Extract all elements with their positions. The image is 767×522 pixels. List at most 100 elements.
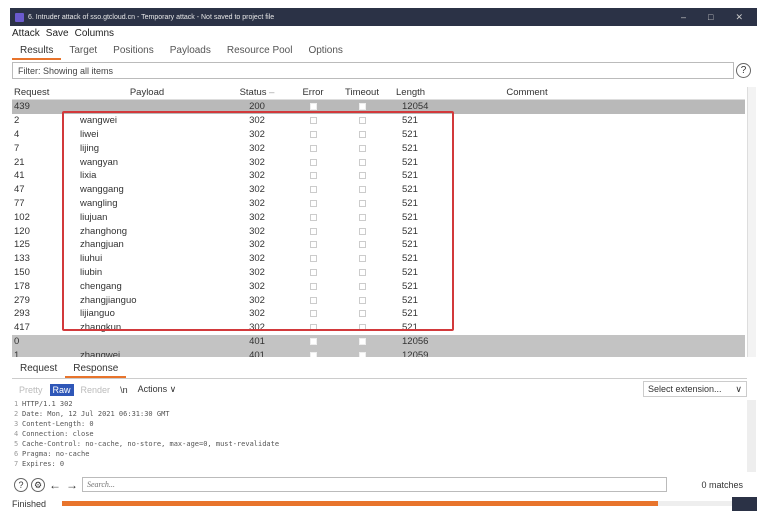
col-error[interactable]: Error: [292, 87, 334, 99]
help-icon[interactable]: ?: [736, 63, 751, 78]
response-body[interactable]: 1 HTTP/1.1 302 2 Date: Mon, 12 Jul 2021 06:…: [14, 400, 747, 472]
checkbox: [358, 255, 366, 263]
checkbox: [309, 324, 317, 332]
cell-request: 120: [14, 225, 30, 237]
cell-request: 77: [14, 197, 25, 209]
cell-length: 12056: [402, 335, 429, 347]
select-extension-dropdown[interactable]: Select extension... ∨: [643, 381, 747, 397]
burp-app-icon: [15, 12, 24, 22]
col-length[interactable]: Length: [390, 87, 452, 99]
col-status[interactable]: Status –: [222, 87, 292, 99]
gear-icon[interactable]: ⚙: [31, 477, 45, 492]
checkbox: [358, 310, 366, 318]
cell-request: 279: [14, 294, 30, 306]
cell-length: 521: [402, 142, 418, 154]
checkbox: [309, 296, 317, 304]
col-payload[interactable]: Payload: [72, 87, 222, 99]
cell-payload: lijing: [80, 142, 100, 154]
search-input[interactable]: [82, 477, 667, 492]
table-row[interactable]: 41 lixia 302 521: [12, 169, 745, 183]
table-row[interactable]: 0 401 12056: [12, 334, 745, 349]
table-row[interactable]: 293 lijianguo 302 521: [12, 307, 745, 321]
table-row[interactable]: 47 wanggang 302 521: [12, 183, 745, 197]
checkbox: [309, 199, 317, 207]
table-row[interactable]: 2 wangwei 302 521: [12, 114, 745, 128]
col-comment[interactable]: Comment: [452, 87, 602, 99]
table-row[interactable]: 21 wangyan 302 521: [12, 155, 745, 169]
col-timeout[interactable]: Timeout: [334, 87, 390, 99]
cell-payload: wanggang: [80, 184, 124, 196]
table-row[interactable]: 279 zhangjianguo 302 521: [12, 293, 745, 307]
tab-positions[interactable]: Positions: [105, 43, 162, 60]
cell-request: 150: [14, 266, 30, 278]
cell-timeout: [334, 255, 390, 263]
cell-error: [292, 172, 334, 180]
cell-length: 12059: [402, 349, 429, 357]
table-row[interactable]: 178 chengang 302 521: [12, 279, 745, 293]
menu-columns[interactable]: Columns: [75, 28, 114, 41]
tab-options[interactable]: Options: [300, 43, 350, 60]
checkbox: [309, 282, 317, 290]
cell-length: 521: [402, 253, 418, 265]
filter-bar[interactable]: Filter: Showing all items: [12, 62, 734, 79]
cell-length: 521: [402, 294, 418, 306]
actions-dropdown[interactable]: Actions ∨: [135, 383, 180, 396]
checkbox: [358, 227, 366, 235]
tab-payloads[interactable]: Payloads: [162, 43, 219, 60]
cell-error: [292, 117, 334, 125]
line-text: Cache-Control: no-cache, no-store, max-a…: [22, 440, 280, 448]
help-icon[interactable]: ?: [14, 477, 28, 492]
table-row[interactable]: 439 200 12054: [12, 100, 745, 114]
table-scrollbar[interactable]: [747, 87, 756, 357]
tab-resource-pool[interactable]: Resource Pool: [219, 43, 301, 60]
newline-toggle-button[interactable]: \n: [117, 384, 131, 396]
render-button[interactable]: Render: [78, 384, 114, 396]
table-row[interactable]: 120 zhanghong 302 521: [12, 224, 745, 238]
table-row[interactable]: 125 zhangjuan 302 521: [12, 238, 745, 252]
cell-request: 7: [14, 142, 20, 154]
table-row[interactable]: 7 lijing 302 521: [12, 141, 745, 155]
table-row[interactable]: 417 zhangkun 302 521: [12, 321, 745, 335]
maximize-icon[interactable]: □: [708, 12, 713, 23]
table-row[interactable]: 102 liujuan 302 521: [12, 210, 745, 224]
match-count: 0 matches: [701, 479, 743, 490]
table-row[interactable]: 150 liubin 302 521: [12, 266, 745, 280]
cell-payload: wangwei: [80, 115, 117, 127]
cell-length: 521: [402, 308, 418, 320]
checkbox: [358, 241, 366, 249]
checkbox: [358, 213, 366, 221]
line-number: 3: [14, 420, 19, 428]
menu-save[interactable]: Save: [46, 28, 69, 41]
cell-length: 521: [402, 197, 418, 209]
menu-attack[interactable]: Attack: [12, 28, 40, 41]
pretty-button[interactable]: Pretty: [16, 384, 46, 396]
table-row[interactable]: 4 liwei 302 521: [12, 128, 745, 142]
checkbox: [309, 117, 317, 125]
cell-error: [292, 351, 334, 357]
cell-request: 178: [14, 280, 30, 292]
table-row[interactable]: 77 wangling 302 521: [12, 197, 745, 211]
cell-request: 41: [14, 170, 25, 182]
line-text: HTTP/1.1 302: [22, 400, 73, 408]
checkbox: [309, 213, 317, 221]
table-row[interactable]: 133 liuhui 302 521: [12, 252, 745, 266]
cell-request: 21: [14, 156, 25, 168]
col-status-label: Status: [239, 87, 267, 98]
table-row[interactable]: 1 zhangwei 401 12059: [12, 348, 745, 357]
cell-status: 200: [249, 101, 265, 113]
tab-results[interactable]: Results: [12, 43, 62, 60]
checkbox: [358, 268, 366, 276]
response-scrollbar[interactable]: [747, 400, 756, 472]
tab-response[interactable]: Response: [65, 361, 127, 378]
cell-timeout: [334, 130, 390, 138]
tab-target[interactable]: Target: [61, 43, 105, 60]
close-icon[interactable]: ✕: [735, 12, 743, 23]
raw-button[interactable]: Raw: [49, 383, 74, 396]
chevron-down-icon: ∨: [735, 384, 742, 394]
arrow-left-icon[interactable]: ←: [48, 478, 62, 492]
tab-request[interactable]: Request: [12, 361, 65, 378]
divider: [12, 378, 747, 379]
col-request[interactable]: Request: [12, 87, 72, 99]
minimize-icon[interactable]: –: [681, 12, 686, 23]
arrow-right-icon[interactable]: →: [65, 478, 79, 492]
